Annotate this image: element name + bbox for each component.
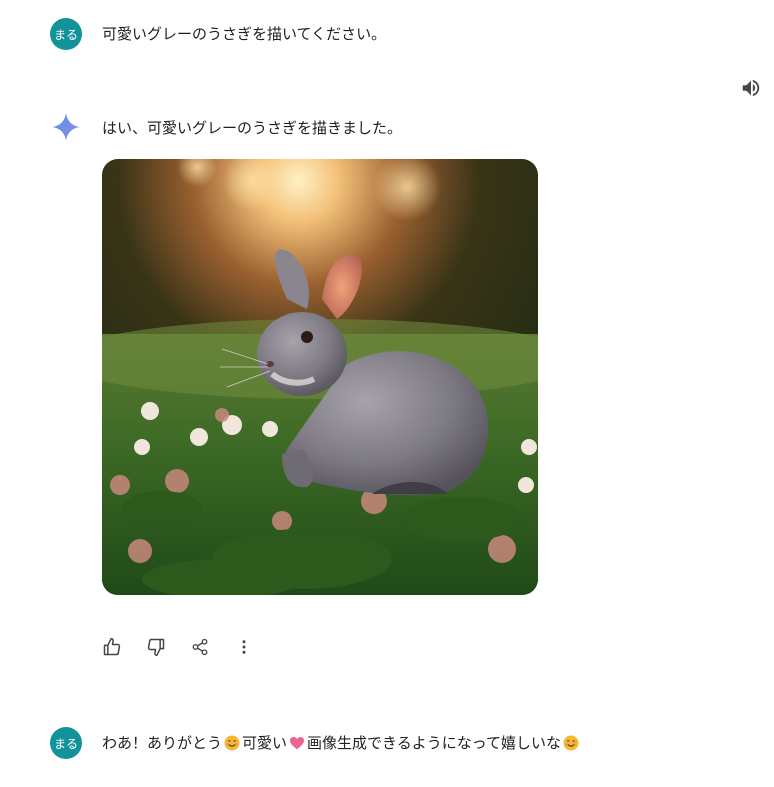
user-avatar: まる bbox=[50, 727, 82, 759]
smiling-face-emoji bbox=[563, 735, 579, 751]
thumbs-up-icon[interactable] bbox=[100, 633, 124, 661]
avatar-label: まる bbox=[53, 736, 78, 751]
smiling-face-emoji bbox=[224, 735, 240, 751]
user-prompt-text: 可愛いグレーのうさぎを描いてください。 bbox=[102, 25, 387, 43]
response-actions bbox=[100, 633, 256, 661]
assistant-reply-text: はい、可愛いグレーのうさぎを描きました。 bbox=[102, 119, 403, 137]
pink-heart-emoji bbox=[289, 735, 305, 751]
followup-part-2: 可愛い bbox=[242, 734, 288, 752]
thumbs-down-icon[interactable] bbox=[144, 633, 168, 661]
followup-part-3: 画像生成できるようになって嬉しいな bbox=[307, 734, 561, 752]
speaker-icon[interactable] bbox=[740, 77, 762, 99]
followup-part-1: わあ！ありがとう bbox=[102, 734, 223, 752]
share-icon[interactable] bbox=[188, 633, 212, 661]
gemini-sparkle-icon bbox=[50, 111, 82, 143]
user-avatar: まる bbox=[50, 18, 82, 50]
avatar-label: まる bbox=[53, 27, 78, 42]
user-followup-text: わあ！ありがとう 可愛い 画像生成できるようになって嬉しいな bbox=[102, 732, 581, 754]
generated-image-rabbit[interactable] bbox=[102, 159, 538, 595]
more-vert-icon[interactable] bbox=[232, 633, 256, 661]
